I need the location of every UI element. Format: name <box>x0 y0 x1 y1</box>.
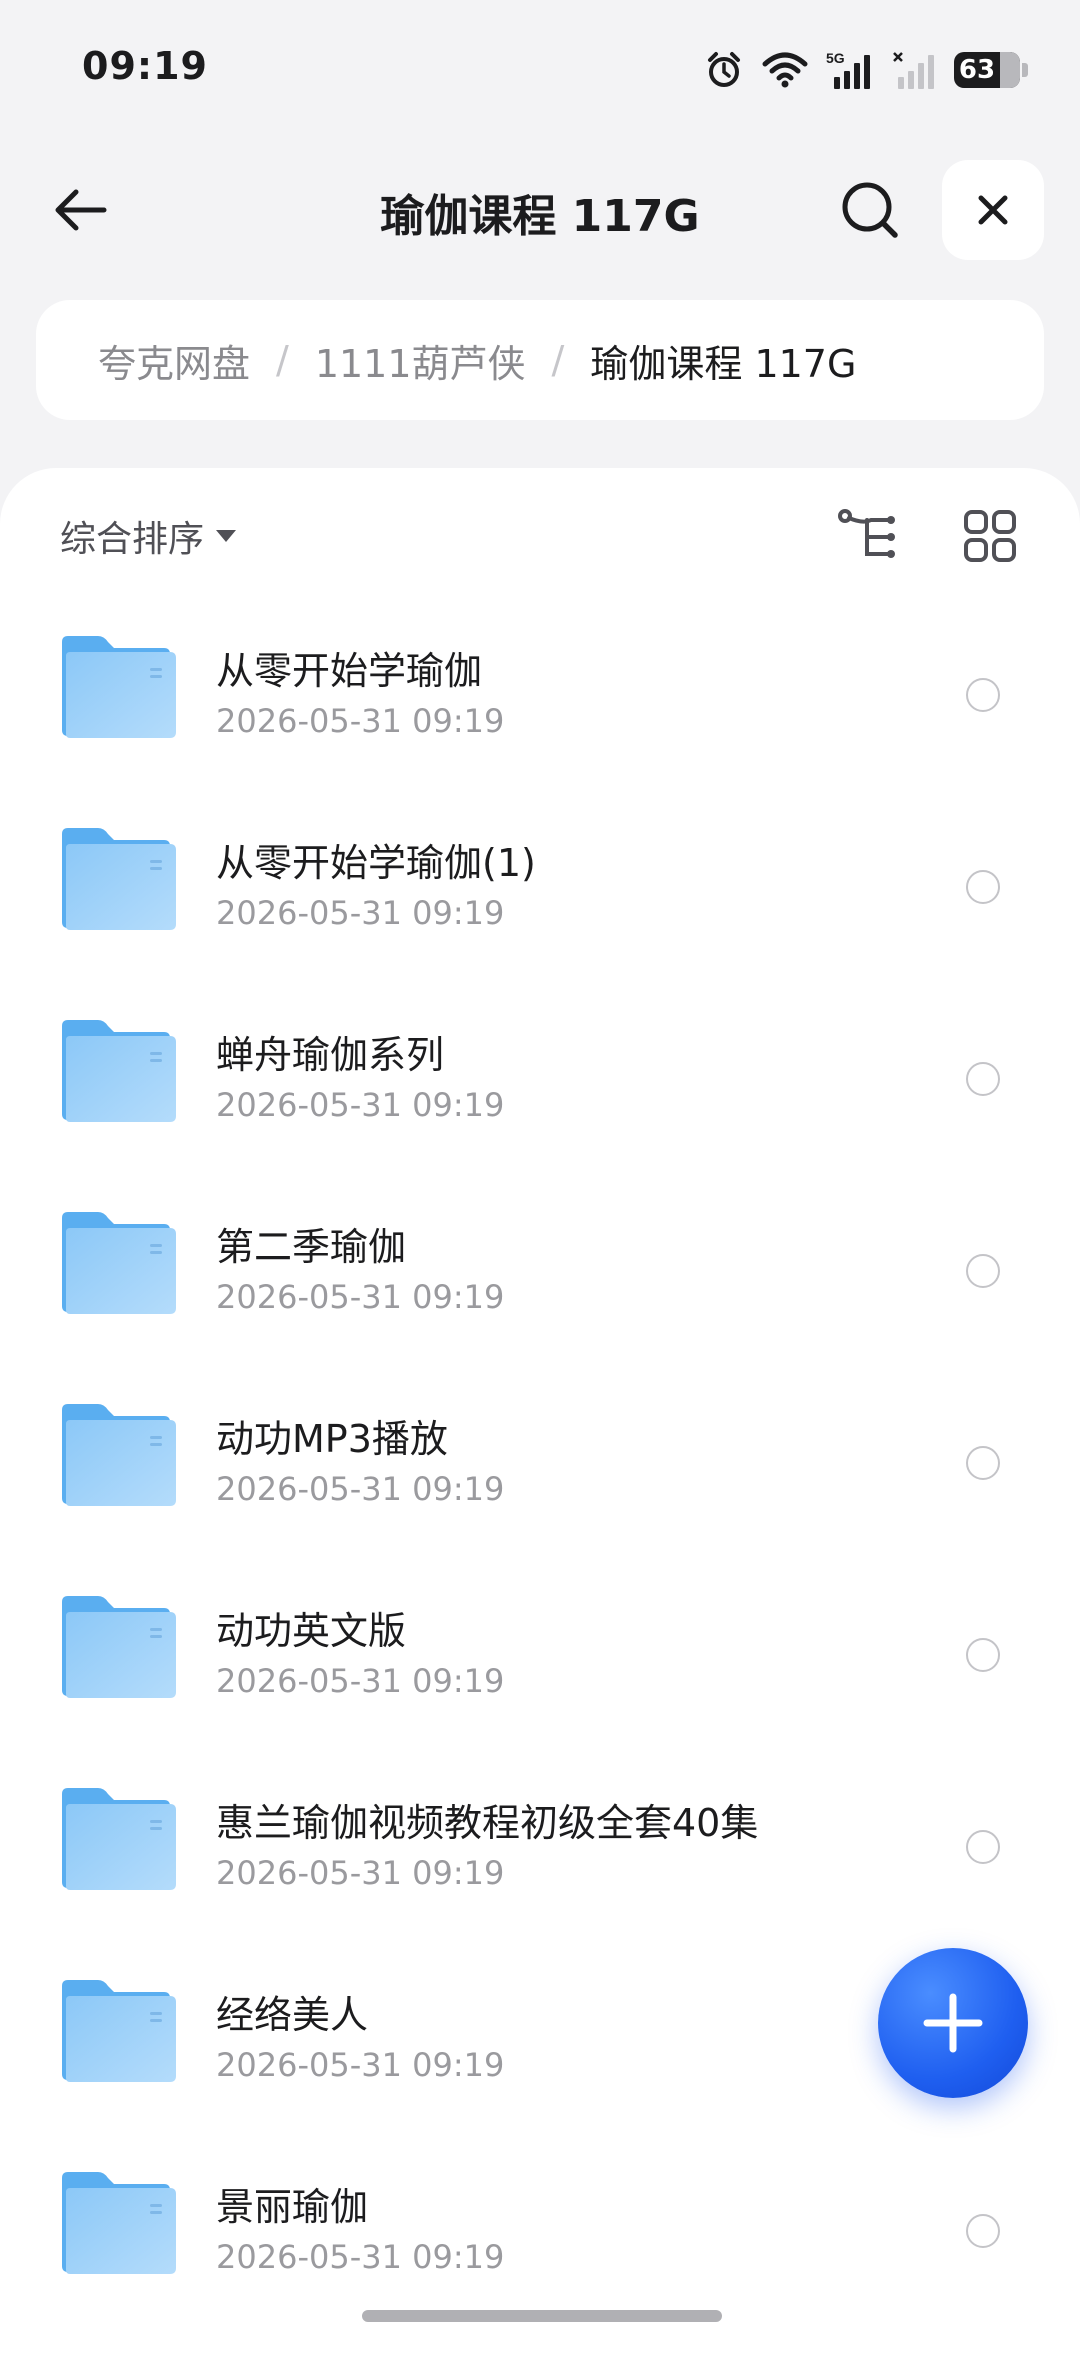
file-date: 2026-05-31 09:19 <box>216 2046 505 2084</box>
breadcrumb-item-current: 瑜伽课程 117G <box>590 341 857 386</box>
file-row[interactable]: 动功英文版 2026-05-31 09:19 <box>0 1560 1080 1752</box>
page-title: 瑜伽课程 117G <box>380 191 700 242</box>
select-checkbox[interactable] <box>966 1062 1000 1096</box>
status-icons: 5G 63 <box>704 46 1028 94</box>
file-name: 经络美人 <box>216 1993 369 2037</box>
folder-tree-icon <box>838 509 895 558</box>
search-icon <box>842 182 898 238</box>
folder-icon <box>62 1020 176 1122</box>
file-row[interactable]: 蝉舟瑜伽系列 2026-05-31 09:19 <box>0 984 1080 1176</box>
header: 瑜伽课程 117G <box>0 150 1080 270</box>
close-button[interactable] <box>942 160 1044 260</box>
breadcrumb-item-root[interactable]: 夸克网盘 <box>98 333 250 388</box>
file-name: 第二季瑜伽 <box>216 1225 407 1269</box>
file-date: 2026-05-31 09:19 <box>216 1470 505 1508</box>
wifi-icon <box>762 52 808 88</box>
home-indicator[interactable] <box>362 2310 722 2322</box>
folder-icon <box>62 1212 176 1314</box>
alarm-icon <box>708 52 740 87</box>
signal-no-service-icon <box>893 52 934 89</box>
close-icon <box>978 195 1008 225</box>
network-label: 5G <box>826 50 845 66</box>
file-date: 2026-05-31 09:19 <box>216 2238 505 2276</box>
file-row[interactable]: 从零开始学瑜伽 2026-05-31 09:19 <box>0 600 1080 792</box>
file-row[interactable]: 惠兰瑜伽视频教程初级全套40集 2026-05-31 09:19 <box>0 1752 1080 1944</box>
folder-icon <box>62 1404 176 1506</box>
breadcrumb-item-parent[interactable]: 1111葫芦侠 <box>315 333 526 388</box>
select-checkbox[interactable] <box>966 1638 1000 1672</box>
file-name: 蝉舟瑜伽系列 <box>216 1033 445 1077</box>
battery-icon: 63 <box>954 52 1028 88</box>
folder-tree-button[interactable] <box>830 498 906 574</box>
breadcrumb-separator: / <box>276 338 289 382</box>
file-date: 2026-05-31 09:19 <box>216 1278 505 1316</box>
folder-icon <box>62 636 176 738</box>
sort-dropdown[interactable]: 综合排序 <box>60 510 237 562</box>
file-name: 从零开始学瑜伽 <box>216 649 483 693</box>
grid-view-icon <box>964 510 1016 562</box>
file-date: 2026-05-31 09:19 <box>216 1086 505 1124</box>
file-date: 2026-05-31 09:19 <box>216 894 505 932</box>
select-checkbox[interactable] <box>966 870 1000 904</box>
file-row[interactable]: 动功MP3播放 2026-05-31 09:19 <box>0 1368 1080 1560</box>
caret-down-icon <box>216 530 237 542</box>
folder-icon <box>62 1788 176 1890</box>
folder-icon <box>62 1980 176 2082</box>
search-button[interactable] <box>830 170 910 250</box>
list-toolbar: 综合排序 <box>0 468 1080 598</box>
select-checkbox[interactable] <box>966 678 1000 712</box>
file-name: 动功MP3播放 <box>216 1417 448 1461</box>
breadcrumb-separator: / <box>551 338 565 382</box>
file-name: 动功英文版 <box>216 1609 407 1653</box>
file-row[interactable]: 景丽瑜伽 2026-05-31 09:19 <box>0 2136 1080 2328</box>
select-checkbox[interactable] <box>966 2214 1000 2248</box>
folder-icon <box>62 2172 176 2274</box>
folder-icon <box>62 828 176 930</box>
sort-label: 综合排序 <box>60 519 205 560</box>
status-time: 09:19 <box>82 44 208 88</box>
plus-icon <box>923 1993 983 2053</box>
file-name: 从零开始学瑜伽(1) <box>216 841 536 885</box>
file-date: 2026-05-31 09:19 <box>216 1662 505 1700</box>
file-row[interactable]: 从零开始学瑜伽(1) 2026-05-31 09:19 <box>0 792 1080 984</box>
select-checkbox[interactable] <box>966 1446 1000 1480</box>
file-row[interactable]: 第二季瑜伽 2026-05-31 09:19 <box>0 1176 1080 1368</box>
grid-view-button[interactable] <box>952 498 1028 574</box>
status-bar: 09:19 5G 63 <box>0 0 1080 130</box>
signal-5g-icon: 5G <box>826 50 870 89</box>
folder-icon <box>62 1596 176 1698</box>
breadcrumb: 夸克网盘 / 1111葫芦侠 / 瑜伽课程 117G <box>36 300 1044 420</box>
file-date: 2026-05-31 09:19 <box>216 702 505 740</box>
file-date: 2026-05-31 09:19 <box>216 1854 505 1892</box>
battery-level: 63 <box>958 55 996 85</box>
file-name: 惠兰瑜伽视频教程初级全套40集 <box>216 1801 759 1845</box>
add-button[interactable] <box>878 1948 1028 2098</box>
file-name: 景丽瑜伽 <box>216 2185 369 2229</box>
select-checkbox[interactable] <box>966 1830 1000 1864</box>
select-checkbox[interactable] <box>966 1254 1000 1288</box>
